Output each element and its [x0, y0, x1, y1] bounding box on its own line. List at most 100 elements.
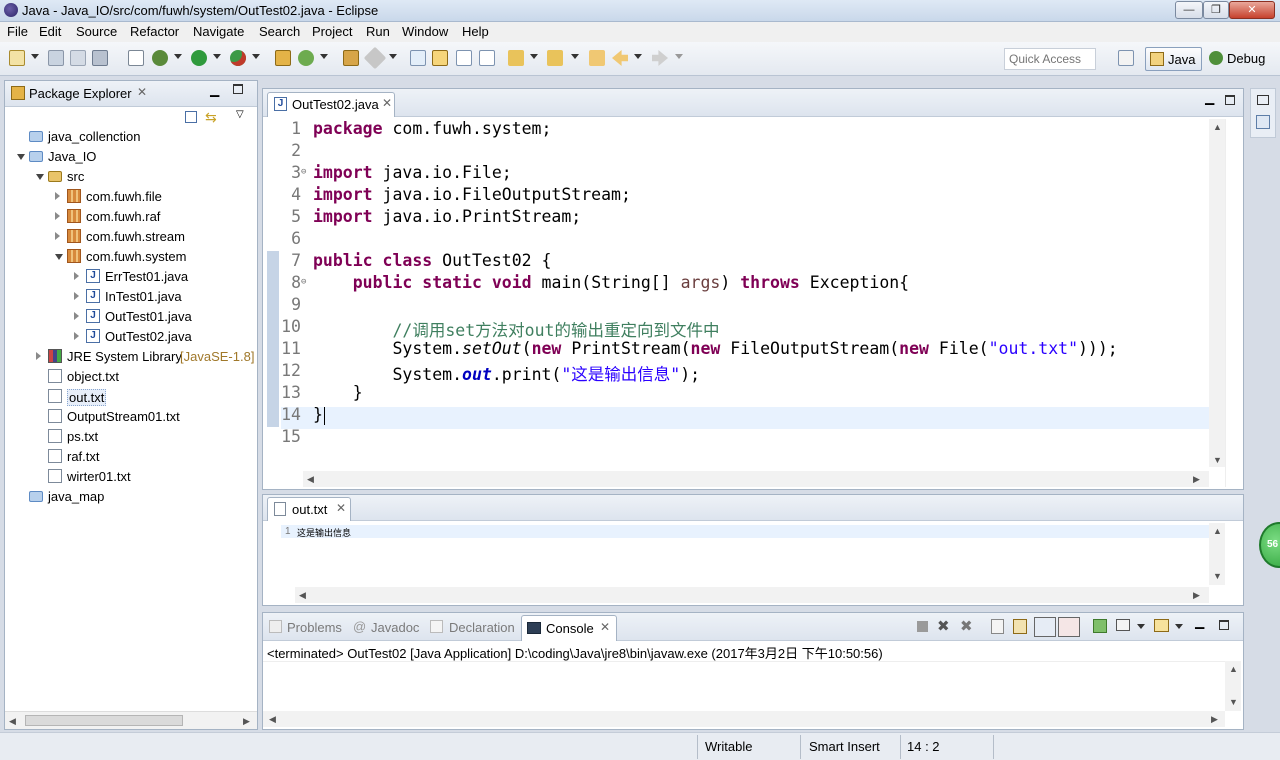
expand-right-icon[interactable] — [36, 352, 41, 360]
scroll-down-icon[interactable]: ▼ — [1229, 697, 1238, 707]
menu-source[interactable]: Source — [76, 24, 117, 39]
code-line[interactable]: 4 import java.io.FileOutputStream; — [263, 185, 1209, 207]
save-icon[interactable] — [48, 50, 64, 66]
code-line[interactable]: 8 ⊖ public static void main(String[] args… — [263, 273, 1209, 295]
menu-search[interactable]: Search — [259, 24, 300, 39]
minimize-view-icon[interactable]: ▁ — [1205, 91, 1214, 105]
minimize-view-icon[interactable]: ▁ — [1195, 615, 1204, 629]
minimize-button[interactable]: — — [1175, 1, 1203, 19]
code-line[interactable]: 10 //调用set方法对out的输出重定向到文件中 — [263, 317, 1209, 340]
toggle-highlight-icon[interactable] — [432, 50, 448, 66]
close-icon[interactable]: ✕ — [336, 501, 346, 515]
tree-item[interactable]: com.fuwh.raf — [5, 207, 257, 227]
code-line[interactable]: 1 package com.fuwh.system; — [263, 119, 1209, 141]
tree-item[interactable]: JRE System Library [JavaSE-1.8] — [5, 347, 257, 367]
tree-item[interactable]: J ErrTest01.java — [5, 267, 257, 287]
terminate-icon[interactable] — [917, 621, 928, 632]
code-line[interactable]: 11 System.setOut(new PrintStream(new Fil… — [263, 339, 1209, 361]
chevron-down-icon[interactable] — [571, 54, 579, 59]
tree-item[interactable]: java_map — [5, 487, 257, 507]
chevron-down-icon[interactable] — [1175, 624, 1183, 629]
code-line[interactable]: 5 import java.io.PrintStream; — [263, 207, 1209, 229]
close-icon[interactable]: ✕ — [137, 85, 147, 99]
tree-item[interactable]: object.txt — [5, 367, 257, 387]
chevron-down-icon[interactable] — [530, 54, 538, 59]
code-line[interactable]: 3 ⊖ import java.io.File; — [263, 163, 1209, 185]
menu-file[interactable]: File — [7, 24, 28, 39]
expand-right-icon[interactable] — [74, 272, 79, 280]
progress-badge[interactable]: 56 — [1259, 522, 1280, 568]
clear-console-icon[interactable] — [991, 619, 1004, 634]
code-line[interactable]: 14} — [263, 405, 1209, 427]
expand-right-icon[interactable] — [74, 332, 79, 340]
save-all-icon[interactable] — [70, 50, 86, 66]
code-line[interactable]: 13 } — [263, 383, 1209, 405]
tree-item[interactable]: J InTest01.java — [5, 287, 257, 307]
scroll-right-icon[interactable]: ▶ — [1211, 714, 1218, 725]
chevron-down-icon[interactable] — [31, 54, 39, 59]
code-line[interactable]: 7 public class OutTest02 { — [263, 251, 1209, 273]
pin-console-icon[interactable] — [1093, 619, 1107, 633]
tree-item[interactable]: raf.txt — [5, 447, 257, 467]
menu-run[interactable]: Run — [366, 24, 390, 39]
quick-access-input[interactable] — [1004, 48, 1096, 70]
scroll-left-icon[interactable]: ◀ — [269, 714, 276, 725]
scroll-down-icon[interactable]: ▼ — [1213, 455, 1222, 465]
expand-right-icon[interactable] — [55, 232, 60, 240]
tree-item[interactable]: src — [5, 167, 257, 187]
restore-icon[interactable] — [1257, 95, 1269, 105]
status-cursor-position[interactable]: 14 : 2 — [907, 739, 940, 754]
expand-right-icon[interactable] — [55, 212, 60, 220]
tree-item[interactable]: ps.txt — [5, 427, 257, 447]
outtxt-content[interactable]: 这是输出信息 — [297, 526, 351, 539]
tree-item[interactable]: J OutTest01.java — [5, 307, 257, 327]
status-insert-mode[interactable]: Smart Insert — [809, 739, 880, 754]
search-icon[interactable] — [363, 46, 387, 70]
close-icon[interactable]: ✕ — [382, 96, 392, 110]
scroll-up-icon[interactable]: ▲ — [1213, 122, 1222, 132]
tree-item[interactable]: com.fuwh.stream — [5, 227, 257, 247]
tab-problems[interactable]: Problems — [287, 620, 342, 635]
minimize-view-icon[interactable]: ▁ — [210, 83, 219, 97]
chevron-down-icon[interactable] — [320, 54, 328, 59]
code-line[interactable]: 9 — [263, 295, 1209, 317]
menu-help[interactable]: Help — [462, 24, 489, 39]
outline-icon[interactable] — [1256, 115, 1270, 129]
tab-javadoc[interactable]: Javadoc — [371, 620, 419, 635]
last-edit-icon[interactable] — [589, 50, 605, 66]
run-icon[interactable] — [191, 50, 207, 66]
expand-down-icon[interactable] — [36, 174, 44, 180]
print-icon[interactable] — [92, 50, 108, 66]
scroll-right-icon[interactable]: ▶ — [1193, 474, 1200, 485]
scroll-up-icon[interactable]: ▲ — [1229, 664, 1238, 674]
remove-all-launches-icon[interactable]: ✖ — [960, 617, 973, 635]
tab-console[interactable]: Console ✕ — [521, 615, 617, 641]
tree-item[interactable]: com.fuwh.system — [5, 247, 257, 267]
tab-out-txt[interactable]: out.txt ✕ — [267, 497, 351, 521]
code-line[interactable]: 2 — [263, 141, 1209, 163]
scroll-up-icon[interactable]: ▲ — [1213, 526, 1222, 536]
editor-vscrollbar[interactable]: ▲ ▼ — [1209, 119, 1225, 467]
tree-item[interactable]: J OutTest02.java — [5, 327, 257, 347]
expand-right-icon[interactable] — [55, 192, 60, 200]
fold-toggle-icon[interactable]: ⊖ — [301, 167, 306, 177]
show-on-stdout-icon[interactable] — [1034, 617, 1056, 637]
display-console-icon[interactable] — [1116, 619, 1130, 631]
chevron-down-icon[interactable] — [1137, 624, 1145, 629]
menu-project[interactable]: Project — [312, 24, 352, 39]
tab-outtest02[interactable]: J OutTest02.java ✕ — [267, 92, 395, 117]
expand-right-icon[interactable] — [74, 312, 79, 320]
scroll-down-icon[interactable]: ▼ — [1213, 571, 1222, 581]
close-icon[interactable]: ✕ — [600, 620, 610, 634]
scrollbar-thumb[interactable] — [25, 715, 183, 726]
code-area[interactable]: 1 package com.fuwh.system; 2 3 ⊖ import java.… — [263, 119, 1209, 459]
menu-edit[interactable]: Edit — [39, 24, 61, 39]
perspective-java-button[interactable]: Java — [1145, 47, 1202, 71]
toggle-mark-occurrences-icon[interactable] — [410, 50, 426, 66]
open-type-icon[interactable] — [343, 50, 359, 66]
scroll-right-icon[interactable]: ▶ — [1193, 590, 1200, 601]
menu-refactor[interactable]: Refactor — [130, 24, 179, 39]
close-button[interactable]: ✕ — [1229, 1, 1275, 19]
show-whitespace-icon[interactable] — [479, 50, 495, 66]
skip-breakpoints-icon[interactable] — [128, 50, 144, 66]
